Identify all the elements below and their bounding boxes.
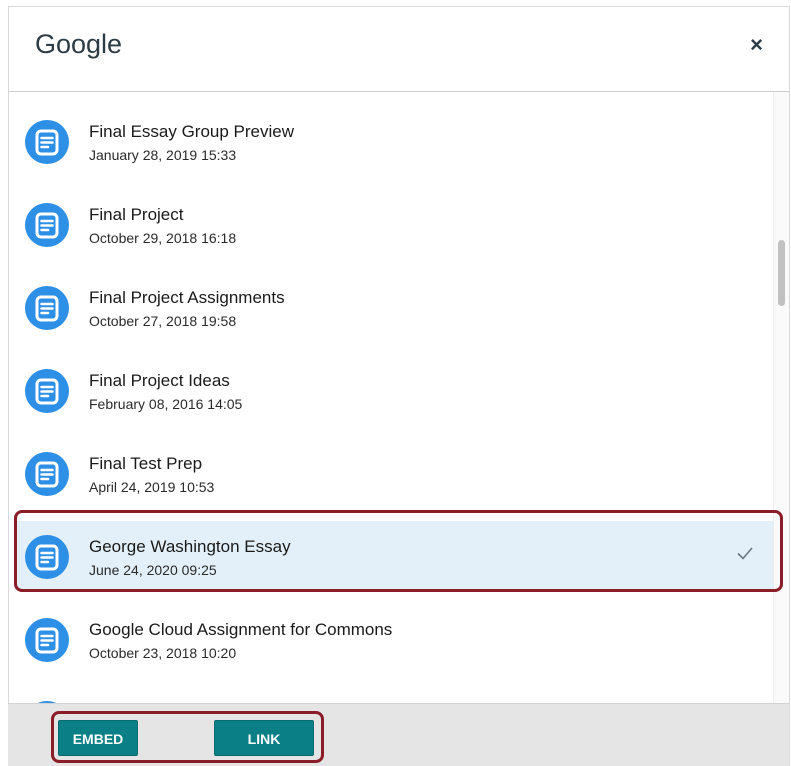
dialog-title: Google <box>35 29 123 59</box>
file-row[interactable]: Google Test 2 <box>15 687 773 704</box>
document-icon <box>25 535 69 579</box>
file-date: February 08, 2016 14:05 <box>89 396 243 412</box>
file-list: Final Essay Group Preview January 28, 201… <box>9 92 789 704</box>
scrollbar-thumb[interactable] <box>778 240 785 306</box>
file-row[interactable]: Final Project Assignments October 27, 201… <box>15 272 773 340</box>
file-name: Google Cloud Assignment for Commons <box>89 620 393 639</box>
document-icon <box>25 286 69 330</box>
file-name: Final Essay Group Preview <box>89 122 295 141</box>
file-date: January 28, 2019 15:33 <box>89 147 237 163</box>
file-row[interactable]: Final Project Ideas February 08, 2016 14:… <box>15 355 773 423</box>
file-row[interactable]: Final Test Prep April 24, 2019 10:53 <box>15 438 773 506</box>
file-name: Final Test Prep <box>89 454 203 473</box>
file-row[interactable]: Final Project October 29, 2018 16:18 <box>15 189 773 257</box>
document-icon <box>25 369 69 413</box>
close-icon[interactable]: × <box>750 33 763 57</box>
document-icon <box>25 452 69 496</box>
embed-button[interactable]: EMBED <box>58 720 138 756</box>
document-icon <box>25 120 69 164</box>
file-row[interactable]: George Washington Essay June 24, 2020 09:… <box>15 521 773 589</box>
link-button[interactable]: LINK <box>214 720 314 756</box>
document-icon <box>25 618 69 662</box>
file-row[interactable]: Google Cloud Assignment for Commons Octob… <box>15 604 773 672</box>
file-date: October 23, 2018 10:20 <box>89 645 237 661</box>
scrollbar[interactable] <box>773 92 789 704</box>
file-date: April 24, 2019 10:53 <box>89 479 215 495</box>
file-date: June 24, 2020 09:25 <box>89 562 217 578</box>
file-name: Final Project Assignments <box>89 288 285 307</box>
file-date: October 27, 2018 19:58 <box>89 313 237 329</box>
google-dialog: Google × Final Essay Group Preview Januar… <box>8 6 790 766</box>
file-name: George Washington Essay <box>89 537 291 556</box>
file-row[interactable]: Final Essay Group Preview January 28, 201… <box>15 106 773 174</box>
dialog-footer: EMBED LINK <box>8 703 789 766</box>
file-name: Final Project Ideas <box>89 371 230 390</box>
document-icon <box>25 203 69 247</box>
file-date: October 29, 2018 16:18 <box>89 230 237 246</box>
file-name: Final Project <box>89 205 184 224</box>
check-icon <box>737 547 753 560</box>
dialog-header: Google × <box>9 7 789 92</box>
